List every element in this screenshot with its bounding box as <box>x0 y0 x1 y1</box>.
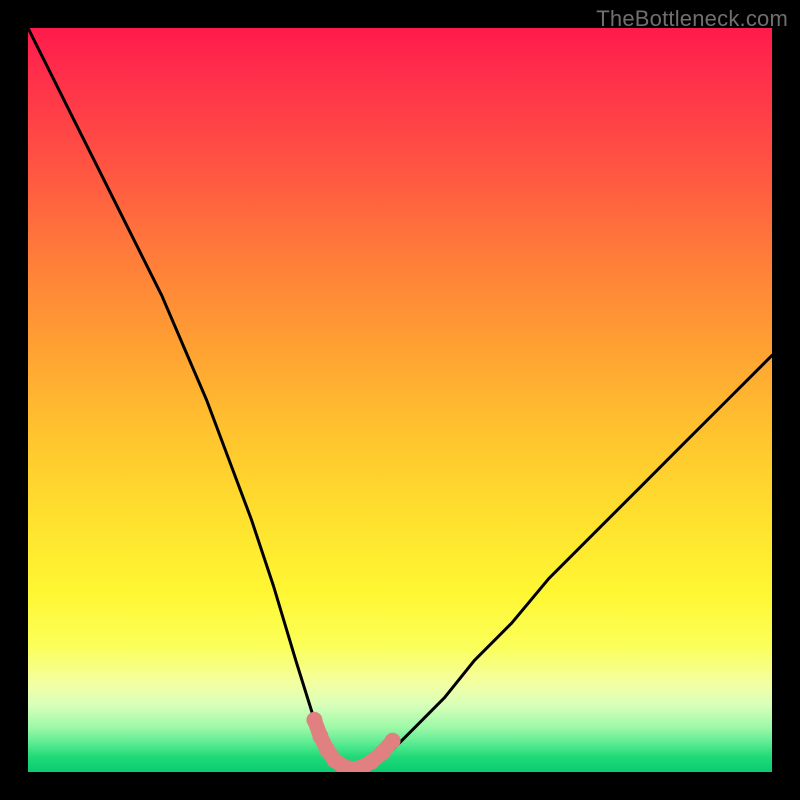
highlight-dot <box>306 712 322 728</box>
plot-area <box>28 28 772 772</box>
watermark-text: TheBottleneck.com <box>596 6 788 32</box>
chart-frame: TheBottleneck.com <box>0 0 800 800</box>
highlight-dot <box>385 733 401 749</box>
curve-layer <box>28 28 772 772</box>
bottleneck-curve <box>28 28 772 772</box>
highlight-dots <box>306 712 400 772</box>
